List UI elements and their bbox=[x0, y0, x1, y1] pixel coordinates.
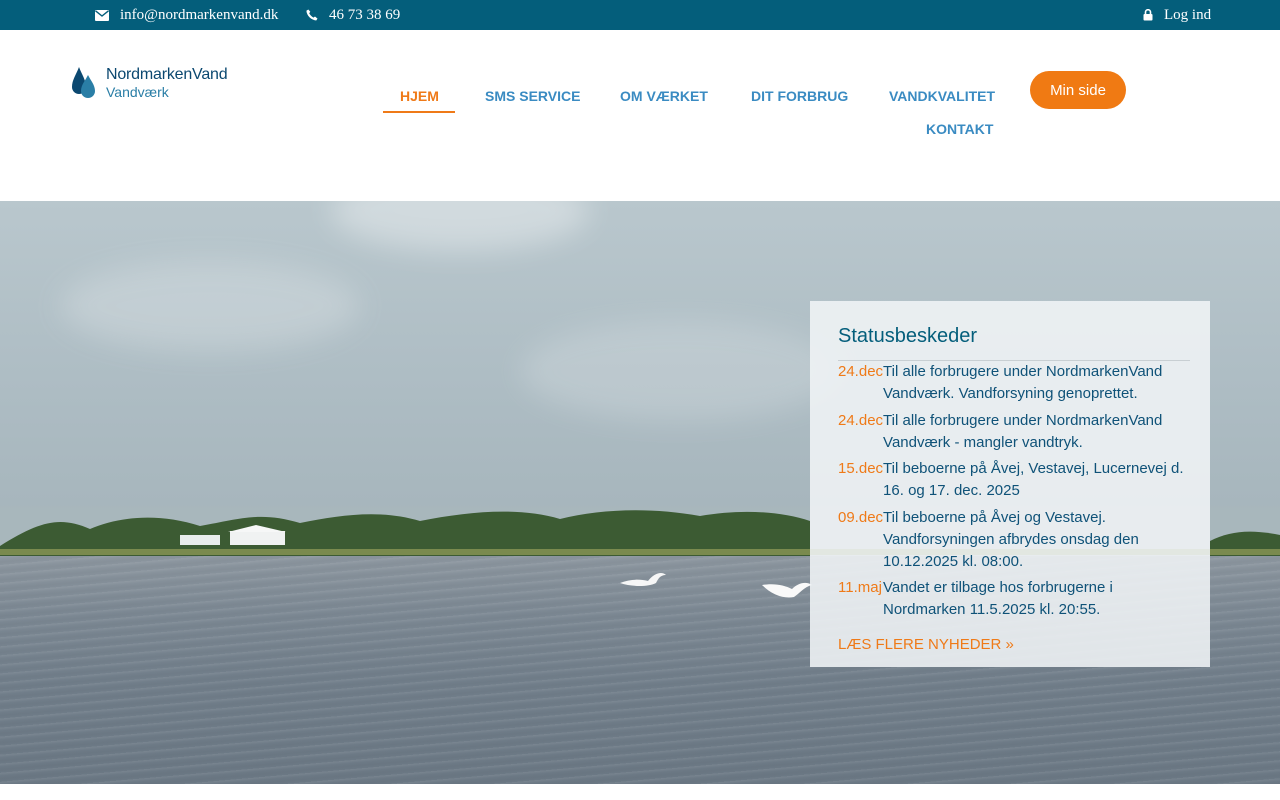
status-item-text: Til alle forbrugere under NordmarkenVand… bbox=[883, 412, 1163, 451]
nav-item-kontakt[interactable]: KONTAKT bbox=[926, 120, 993, 138]
nav-item-sms-service[interactable]: SMS SERVICE bbox=[485, 87, 580, 105]
status-item-text: Til beboerne på Åvej og Vestavej. Vandfo… bbox=[883, 509, 1139, 570]
status-item-date: 11.maj bbox=[838, 579, 882, 596]
top-bar: info@nordmarkenvand.dk 46 73 38 69 Log i… bbox=[0, 0, 1280, 30]
status-item-date: 09.dec bbox=[838, 509, 884, 526]
status-item-text: Vandet er tilbage hos forbrugerne i Nord… bbox=[883, 579, 1113, 618]
status-item[interactable]: 24.dec Til alle forbrugere under Nordmar… bbox=[838, 361, 1190, 405]
nav-item-om-vaerket[interactable]: OM VÆRKET bbox=[620, 87, 708, 105]
phone-text: 46 73 38 69 bbox=[329, 6, 401, 23]
phone-link[interactable]: 46 73 38 69 bbox=[306, 0, 400, 30]
page-bottom-strip bbox=[0, 784, 1280, 800]
status-item[interactable]: 24.dec Til alle forbrugere under Nordmar… bbox=[838, 410, 1190, 454]
status-item-date: 24.dec bbox=[838, 412, 884, 429]
email-link[interactable]: info@nordmarkenvand.dk bbox=[95, 0, 278, 30]
status-item[interactable]: 15.dec Til beboerne på Åvej, Vestavej, L… bbox=[838, 458, 1190, 502]
status-item-text: Til beboerne på Åvej, Vestavej, Lucernev… bbox=[883, 460, 1184, 499]
login-link[interactable]: Log ind bbox=[1143, 0, 1211, 30]
site-header: NordmarkenVand Vandværk HJEM SMS SERVICE… bbox=[0, 30, 1280, 201]
swan-left-icon bbox=[620, 573, 666, 586]
nav-item-vandkvalitet[interactable]: VANDKVALITET bbox=[889, 87, 995, 105]
min-side-button[interactable]: Min side bbox=[1030, 71, 1126, 109]
water-drops-icon bbox=[72, 67, 95, 98]
read-more-news-link[interactable]: LÆS FLERE NYHEDER » bbox=[838, 636, 1014, 653]
lock-icon bbox=[1143, 9, 1153, 21]
status-item[interactable]: 09.dec Til beboerne på Åvej og Vestavej.… bbox=[838, 507, 1190, 573]
status-item-date: 24.dec bbox=[838, 363, 884, 380]
active-nav-underline bbox=[383, 111, 455, 113]
login-text: Log ind bbox=[1164, 6, 1212, 23]
nav-item-hjem[interactable]: HJEM bbox=[400, 87, 439, 105]
status-item[interactable]: 11.maj Vandet er tilbage hos forbrugerne… bbox=[838, 577, 1190, 621]
swan-right-icon bbox=[762, 582, 812, 598]
envelope-icon bbox=[95, 9, 109, 21]
status-title: Statusbeskeder bbox=[838, 325, 977, 347]
logo-subtitle: Vandværk bbox=[106, 84, 169, 100]
site-logo[interactable]: NordmarkenVand Vandværk bbox=[70, 66, 240, 102]
phone-icon bbox=[306, 9, 318, 21]
nav-item-dit-forbrug[interactable]: DIT FORBRUG bbox=[751, 87, 848, 105]
email-text: info@nordmarkenvand.dk bbox=[120, 6, 279, 23]
status-item-text: Til alle forbrugere under NordmarkenVand… bbox=[883, 363, 1163, 402]
status-item-date: 15.dec bbox=[838, 460, 884, 477]
status-messages-panel: Statusbeskeder 24.dec Til alle forbruger… bbox=[810, 301, 1210, 667]
logo-name: NordmarkenVand bbox=[106, 66, 228, 83]
